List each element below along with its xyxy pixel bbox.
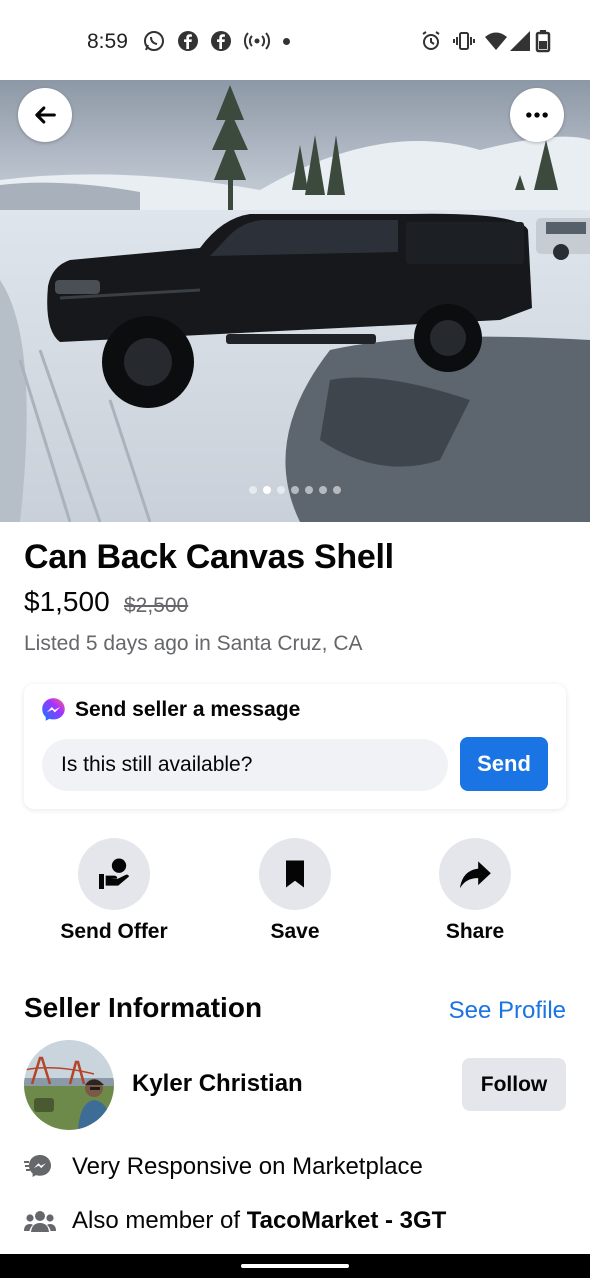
more-options-button[interactable]: [510, 88, 564, 142]
message-header: Send seller a message: [40, 696, 300, 723]
status-bar: 8:59: [0, 0, 590, 80]
bookmark-icon: [286, 860, 304, 888]
seller-info-heading: Seller Information: [24, 992, 263, 1023]
status-time: 8:59: [87, 30, 128, 53]
group-member-row: Also member of TacoMarket - 3GT: [24, 1206, 446, 1236]
listing-meta: Listed 5 days ago in Santa Cruz, CA: [24, 632, 363, 655]
back-arrow-icon: [35, 106, 56, 124]
send-offer-label: Send Offer: [60, 920, 168, 943]
system-nav-bar: [0, 1254, 590, 1278]
responsive-text: Very Responsive on Marketplace: [72, 1153, 423, 1180]
photo-dot-1: [249, 486, 257, 494]
notification-dot: [283, 38, 290, 45]
message-card: Send seller a message Send: [24, 684, 566, 809]
save-button[interactable]: Save: [215, 838, 375, 944]
avatar-photo: [24, 1040, 114, 1130]
message-header-label: Send seller a message: [75, 697, 301, 721]
truck-photo: [0, 80, 590, 522]
facebook-icon-2: [211, 31, 231, 51]
photo-dot-4: [291, 486, 299, 494]
group-name-link[interactable]: TacoMarket - 3GT: [247, 1207, 447, 1234]
save-label: Save: [270, 920, 320, 943]
send-offer-button[interactable]: Send Offer: [34, 838, 194, 944]
send-offer-circle[interactable]: [78, 838, 150, 910]
wifi-icon: [485, 32, 507, 50]
seller-name[interactable]: Kyler Christian: [132, 1070, 303, 1098]
share-label: Share: [445, 920, 505, 943]
back-button[interactable]: [18, 88, 72, 142]
listing-title: Can Back Canvas Shell: [24, 538, 394, 576]
vibrate-icon: [453, 32, 475, 50]
broadcast-icon: [244, 32, 270, 50]
share-circle[interactable]: [439, 838, 511, 910]
see-profile-link[interactable]: See Profile: [449, 997, 566, 1025]
listing-price: $1,500: [24, 586, 110, 617]
member-of-text: Also member of TacoMarket - 3GT: [72, 1207, 446, 1235]
whatsapp-icon: [144, 31, 164, 51]
responsive-badge-row: Very Responsive on Marketplace: [24, 1152, 423, 1182]
photo-dot-7: [333, 486, 341, 494]
more-dots-icon: [526, 112, 548, 118]
group-icon: [24, 1206, 58, 1236]
signal-icon: [510, 31, 530, 51]
facebook-icon: [178, 31, 198, 51]
follow-button[interactable]: Follow: [462, 1058, 566, 1111]
listing-photo[interactable]: [0, 80, 590, 522]
alarm-icon: [422, 31, 440, 50]
photo-dot-5: [305, 486, 313, 494]
save-circle[interactable]: [259, 838, 331, 910]
share-arrow-icon: [459, 861, 491, 889]
offer-hand-icon: [99, 858, 129, 889]
photo-dot-3: [277, 486, 285, 494]
fast-response-icon: [24, 1152, 58, 1182]
share-button[interactable]: Share: [395, 838, 555, 944]
seller-avatar[interactable]: [24, 1040, 114, 1130]
member-prefix: Also member of: [72, 1207, 247, 1234]
battery-icon: [535, 30, 551, 53]
original-price: $2,500: [124, 594, 189, 617]
photo-dot-2: [263, 486, 271, 494]
messenger-icon: [42, 698, 65, 721]
photo-dot-6: [319, 486, 327, 494]
photo-pager-dots: [0, 486, 590, 494]
home-gesture-handle[interactable]: [241, 1264, 349, 1268]
send-button[interactable]: Send: [460, 737, 548, 791]
message-input[interactable]: [42, 739, 448, 791]
